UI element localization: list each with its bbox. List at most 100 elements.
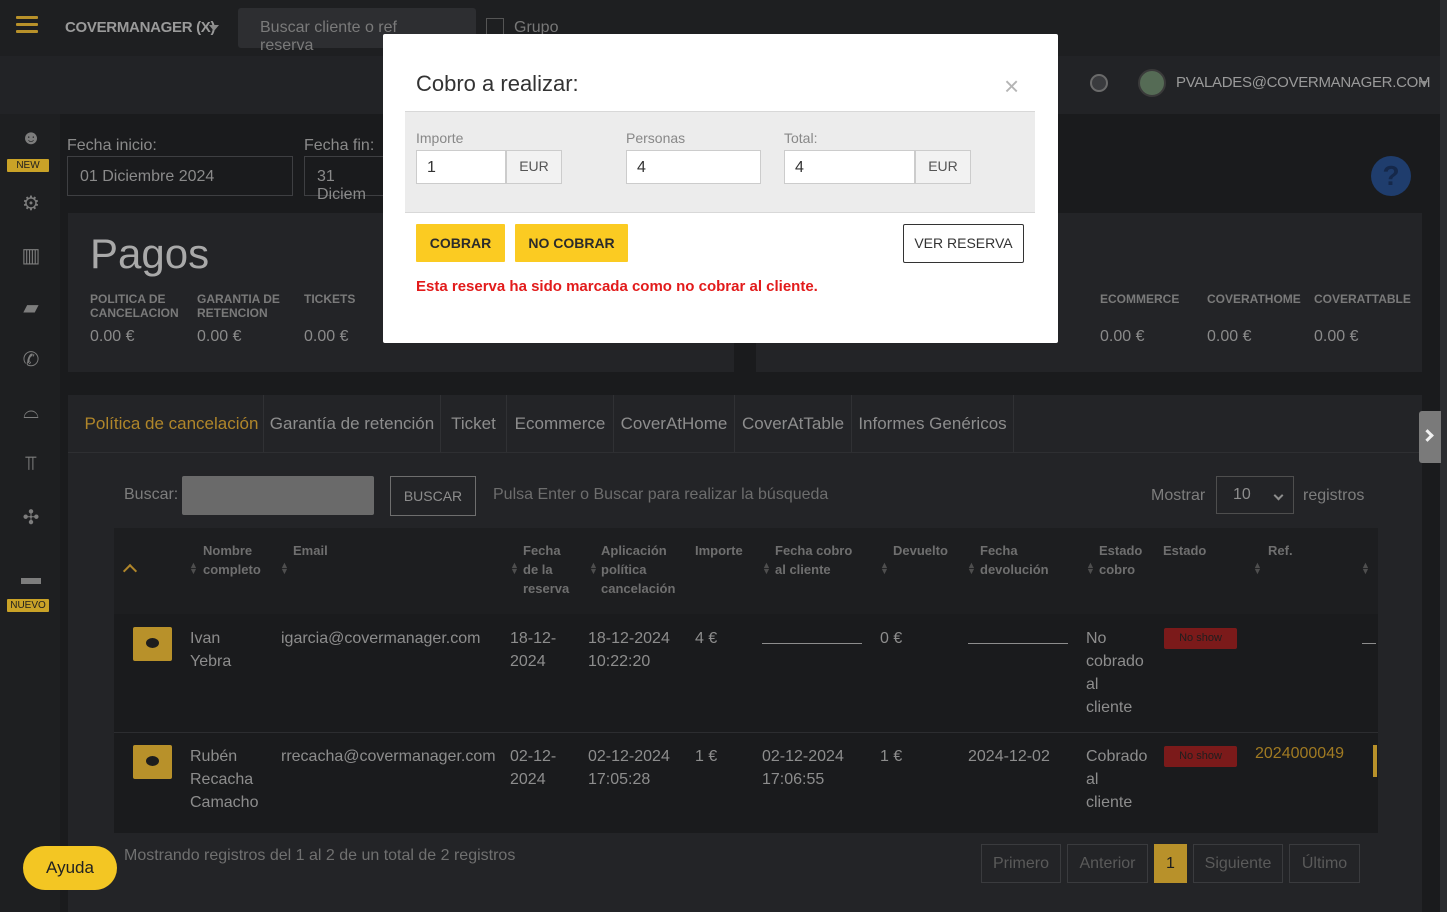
total-input[interactable]: 4 <box>784 150 915 184</box>
close-icon[interactable]: × <box>1004 72 1019 100</box>
pager-page-1[interactable]: 1 <box>1154 844 1187 883</box>
importe-currency: EUR <box>506 150 562 184</box>
user-email[interactable]: PVALADES@COVERMANAGER.COM <box>1176 74 1430 91</box>
cell-importe: 4 € <box>695 630 718 647</box>
stat-label-garantia: GARANTIA DE RETENCION <box>197 292 280 320</box>
eye-icon[interactable] <box>133 745 172 779</box>
row-action-handle[interactable] <box>1373 745 1377 777</box>
pager-last[interactable]: Último <box>1289 844 1360 883</box>
stat-label-tickets: TICKETS <box>304 292 356 306</box>
divider <box>68 452 1422 453</box>
header-estado[interactable]: Estado <box>1163 541 1206 560</box>
header-fecha-cobro[interactable]: Fecha cobro al cliente <box>775 541 852 579</box>
cell-name: Rubén Recacha Camacho <box>190 748 259 811</box>
stat-value-coverathome: 0.00 € <box>1207 328 1252 345</box>
stat-label-coverattable: COVERATTABLE <box>1314 292 1411 306</box>
show-label: Mostrar <box>1151 487 1206 504</box>
cell-fecha-reserva: 02-12- 2024 <box>510 748 557 788</box>
panel-toggle[interactable] <box>1419 411 1441 463</box>
cell-email: igarcia@covermanager.com <box>281 630 481 647</box>
cell-fecha-devolucion: 2024-12-02 <box>968 748 1050 765</box>
tab-garantia-retencion[interactable]: Garantía de retención <box>264 395 441 452</box>
sort-icon[interactable]: ▲ ▼ <box>1253 561 1262 576</box>
personas-label: Personas <box>626 130 686 146</box>
truck-icon[interactable]: ▰ <box>19 297 43 319</box>
stat-value-politica: 0.00 € <box>90 328 135 345</box>
chevron-down-icon[interactable] <box>1420 81 1428 86</box>
new-badge: NEW <box>7 159 49 172</box>
scrollbar[interactable] <box>1440 0 1447 912</box>
help-button[interactable]: Ayuda <box>23 846 117 890</box>
header-estado-cobro[interactable]: Estado cobro <box>1099 541 1142 579</box>
cell-aplicacion: 18-12-2024 10:22:20 <box>588 630 670 670</box>
cell-fecha-reserva: 18-12- 2024 <box>510 630 557 670</box>
tab-coverattable[interactable]: CoverAtTable <box>735 395 852 452</box>
phone-icon[interactable]: ✆ <box>19 349 43 371</box>
sort-icon[interactable]: ▲ ▼ <box>1361 561 1370 576</box>
tab-informes-genericos[interactable]: Informes Genéricos <box>852 395 1014 452</box>
puzzle-icon[interactable]: ✣ <box>19 507 43 529</box>
header-ref[interactable]: Ref. <box>1268 541 1293 560</box>
sort-icon[interactable]: ▲ ▼ <box>280 561 289 576</box>
cobrar-button[interactable]: COBRAR <box>416 224 505 262</box>
ticket-icon[interactable]: ▬ <box>19 567 43 589</box>
stat-label-coverathome: COVERATHOME <box>1207 292 1301 306</box>
globe-icon[interactable] <box>1090 74 1108 92</box>
help-icon[interactable]: ? <box>1371 156 1411 196</box>
eye-icon[interactable] <box>133 627 172 661</box>
tab-coverathome[interactable]: CoverAtHome <box>614 395 735 452</box>
sort-icon[interactable]: ▲ ▼ <box>510 561 519 576</box>
ver-reserva-button[interactable]: VER RESERVA <box>903 224 1024 263</box>
gear-icon[interactable]: ⚙ <box>19 193 43 215</box>
face-icon[interactable]: ☻ <box>19 127 43 149</box>
header-importe[interactable]: Importe <box>695 541 743 560</box>
total-label: Total: <box>784 130 818 146</box>
no-cobrar-button[interactable]: NO COBRAR <box>515 224 628 262</box>
personas-input[interactable]: 4 <box>626 150 761 184</box>
pager-previous[interactable]: Anterior <box>1067 844 1148 883</box>
tab-ecommerce[interactable]: Ecommerce <box>507 395 614 452</box>
empty-ref <box>1362 643 1376 644</box>
chart-icon[interactable]: ▥ <box>19 245 43 267</box>
sort-icon[interactable]: ▲ ▼ <box>589 561 598 576</box>
end-date-input[interactable]: 31 Diciem <box>304 156 394 203</box>
pager-next[interactable]: Siguiente <box>1193 844 1283 883</box>
table-search-input[interactable] <box>182 476 374 515</box>
cell-name: Ivan Yebra <box>190 630 232 670</box>
chevron-down-icon[interactable] <box>209 25 219 31</box>
avatar[interactable] <box>1138 69 1166 97</box>
end-date-label: Fecha fin: <box>304 137 375 154</box>
brand-name[interactable]: COVERMANAGER (X) <box>65 19 216 36</box>
sort-icon[interactable]: ▲ ▼ <box>967 561 976 576</box>
header-fecha-reserva[interactable]: Fecha de la reserva <box>523 541 569 598</box>
cell-fecha-cobro: 02-12-2024 17:06:55 <box>762 748 844 788</box>
pager-first[interactable]: Primero <box>981 844 1061 883</box>
hamburger-menu-icon[interactable] <box>16 16 38 34</box>
start-date-input[interactable]: 01 Diciembre 2024 <box>67 156 293 196</box>
header-devuelto[interactable]: Devuelto <box>893 541 948 560</box>
header-aplicacion-politica[interactable]: Aplicación política cancelación <box>601 541 675 598</box>
empty-fecha-cobro <box>762 643 862 644</box>
cell-estado-cobro: No cobrado al cliente <box>1086 630 1144 716</box>
table-icon[interactable]: ⫪ <box>19 453 43 475</box>
cell-devuelto: 1 € <box>880 748 903 765</box>
tab-politica-cancelacion[interactable]: Política de cancelación <box>80 395 264 452</box>
header-email[interactable]: Email <box>293 541 328 560</box>
chevron-right-icon <box>1421 429 1434 442</box>
importe-input[interactable]: 1 <box>416 150 506 184</box>
ref-link[interactable]: 2024000049 <box>1255 745 1344 763</box>
cloche-icon[interactable]: ⌓ <box>19 401 43 423</box>
sort-icon[interactable]: ▲ ▼ <box>762 561 771 576</box>
sort-icon[interactable]: ▲ ▼ <box>189 561 198 576</box>
tab-ticket[interactable]: Ticket <box>441 395 507 452</box>
total-currency: EUR <box>915 150 971 184</box>
modal-title: Cobro a realizar: <box>416 71 579 96</box>
sort-icon[interactable]: ▲ ▼ <box>1086 561 1095 576</box>
header-nombre[interactable]: Nombre completo <box>203 541 261 579</box>
sort-icon[interactable]: ▲ ▼ <box>880 561 889 576</box>
page-title: Pagos <box>90 230 210 277</box>
search-hint: Pulsa Enter o Buscar para realizar la bú… <box>493 486 829 503</box>
header-fecha-devolucion[interactable]: Fecha devolución <box>980 541 1049 579</box>
search-button[interactable]: BUSCAR <box>390 476 476 516</box>
status-badge: No show <box>1164 628 1237 649</box>
